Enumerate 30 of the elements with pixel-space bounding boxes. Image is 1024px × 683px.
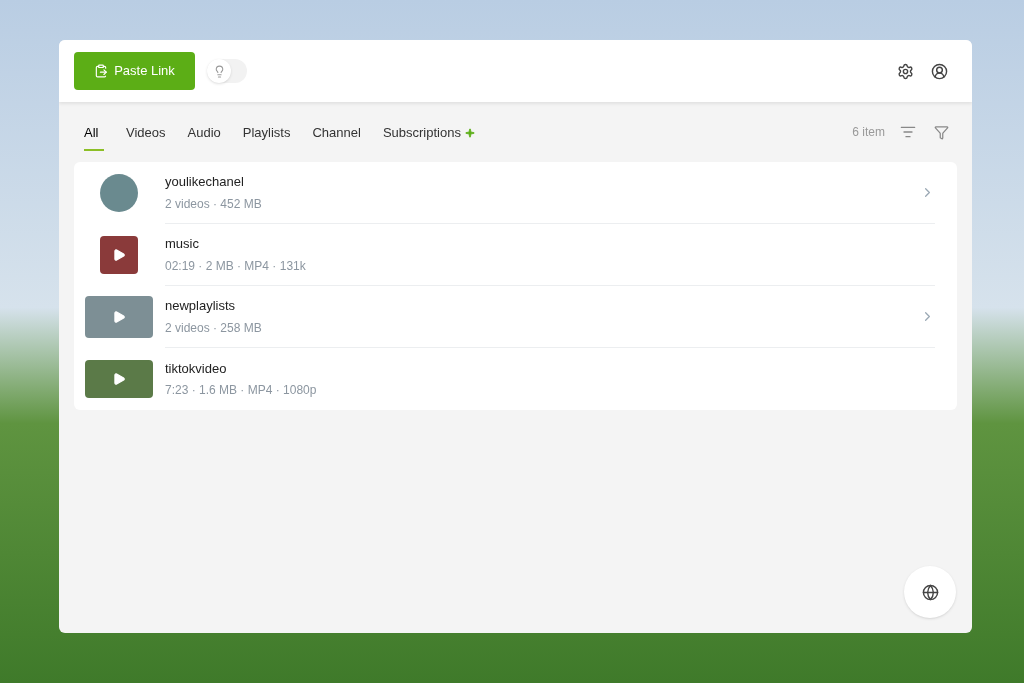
paste-icon [94,64,109,78]
item-details: 7:23 · 1.6 MB · MP4 · 1080p [165,382,318,400]
bulb-toggle[interactable] [207,59,247,83]
item-title: music [165,235,200,254]
tab[interactable]: Channel [312,113,361,151]
globe-icon [921,583,939,601]
tab[interactable]: Playlists [242,113,291,151]
item-title: tiktokvideo [165,359,228,378]
tab[interactable]: Subscriptions [382,113,475,151]
avatar-placeholder [100,174,138,212]
account-icon[interactable] [931,62,948,80]
globe-button[interactable] [904,566,956,618]
item-title: youlikechanel [165,173,245,192]
item-details: 2 videos · 452 MB [165,195,263,213]
tab[interactable]: All [84,113,104,151]
settings-icon[interactable] [897,62,914,80]
filter-icon[interactable] [934,124,949,140]
play-icon [112,372,126,386]
item-title: newplaylists [165,297,237,316]
item-details: 2 videos · 258 MB [165,319,263,337]
tab[interactable]: Audio [187,113,221,151]
item-count: 6 item [852,124,885,141]
list-item[interactable]: tiktokvideo 7:23 · 1.6 MB · MP4 · 1080p [74,348,957,410]
play-icon [112,310,126,324]
tab[interactable]: Videos [126,113,166,151]
item-details: 02:19 · 2 MB · MP4 · 131k [165,257,307,275]
play-icon [112,248,126,262]
list-item[interactable]: newplaylists 2 videos · 258 MB [74,286,957,348]
list-item[interactable]: music 02:19 · 2 MB · MP4 · 131k [74,224,957,286]
list-item[interactable]: youlikechanel 2 videos · 452 MB [74,162,957,224]
